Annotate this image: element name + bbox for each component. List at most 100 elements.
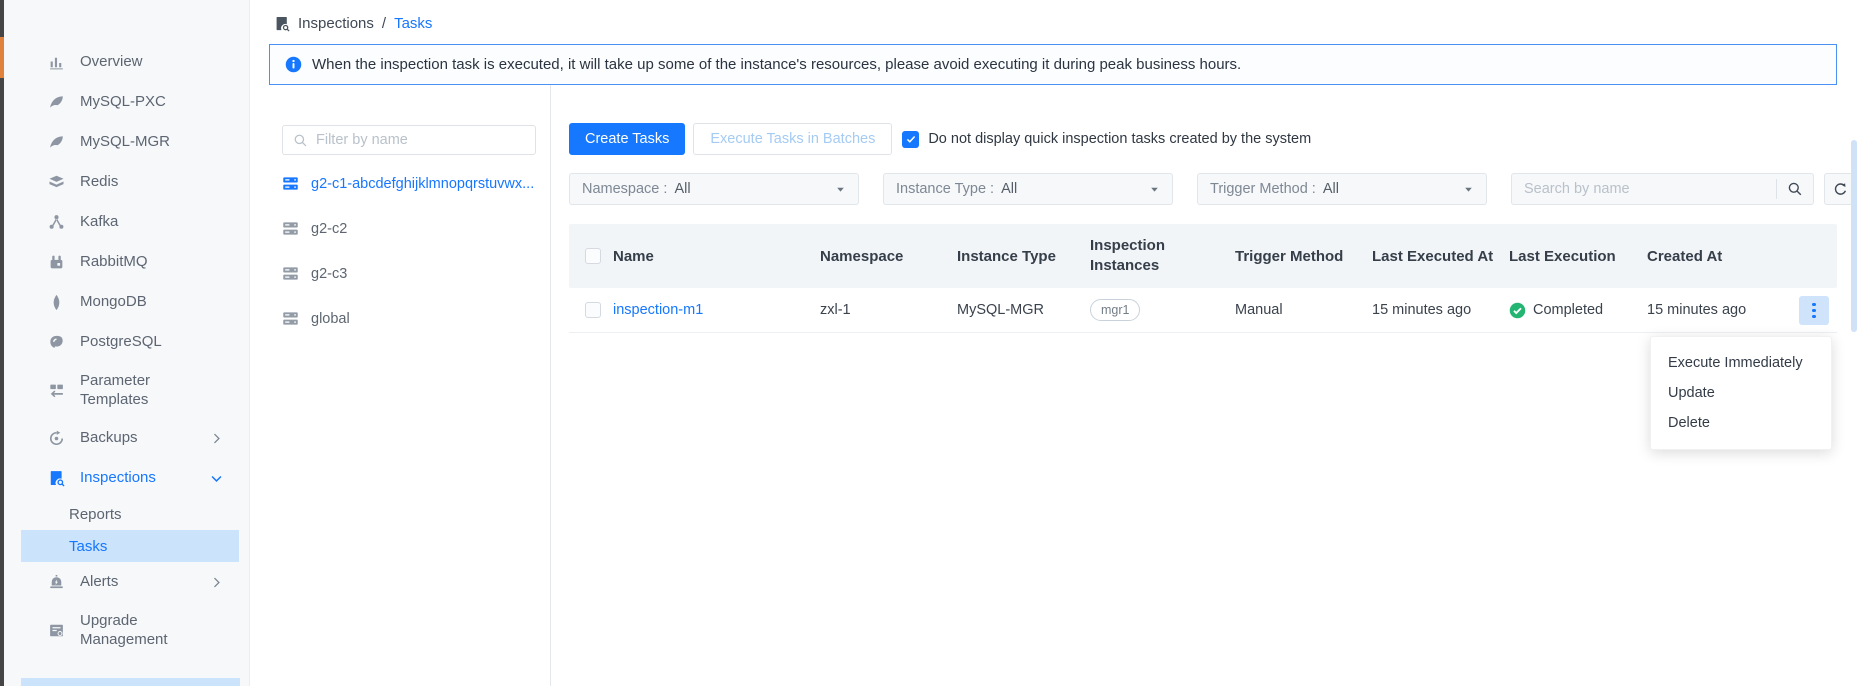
cluster-item-g2-c1[interactable]: g2-c1-abcdefghijklmnopqrstuvwx... xyxy=(282,161,536,206)
select-all-checkbox[interactable] xyxy=(585,248,601,264)
sidebar-item-reports[interactable]: Reports xyxy=(21,498,239,530)
sidebar-item-overview[interactable]: Overview xyxy=(4,42,249,82)
sidebar-item-redis[interactable]: Redis xyxy=(4,162,249,202)
sidebar-item-label: Overview xyxy=(80,52,143,72)
filter-row: Namespace : All Instance Type : All Trig… xyxy=(569,173,1859,205)
sidebar-item-label: Inspections xyxy=(80,468,156,488)
task-name-link[interactable]: inspection-m1 xyxy=(613,302,703,318)
sidebar-item-backups[interactable]: Backups xyxy=(4,418,249,458)
breadcrumb-separator: / xyxy=(382,15,386,32)
header-checkbox-cell xyxy=(569,248,613,264)
sidebar-item-mysql-pxc[interactable]: MySQL-PXC xyxy=(4,82,249,122)
sidebar-item-inspections[interactable]: Inspections xyxy=(4,458,249,498)
cluster-item-g2-c2[interactable]: g2-c2 xyxy=(282,206,536,251)
trigger-method-cell: Manual xyxy=(1235,302,1372,318)
instance-type-select[interactable]: Instance Type : All xyxy=(883,173,1173,205)
checkbox-checked-icon[interactable] xyxy=(902,131,919,148)
trigger-method-select-value: All xyxy=(1323,181,1339,197)
row-checkbox[interactable] xyxy=(585,302,601,318)
namespace-select-value: All xyxy=(674,181,690,197)
sidebar-item-label: Kafka xyxy=(80,212,118,232)
row-actions-menu: Execute Immediately Update Delete xyxy=(1650,336,1832,450)
sidebar-item-mysql-mgr[interactable]: MySQL-MGR xyxy=(4,122,249,162)
sidebar: Overview MySQL-PXC MySQL-MGR Redis Kafka… xyxy=(4,0,250,686)
server-icon xyxy=(282,220,299,237)
namespace-select-label: Namespace : xyxy=(582,181,667,197)
main-area: Inspections / Tasks When the inspection … xyxy=(250,0,1859,686)
instance-type-select-value: All xyxy=(1001,181,1017,197)
menu-item-delete[interactable]: Delete xyxy=(1651,408,1831,438)
chevron-right-icon xyxy=(210,432,223,445)
menu-item-update[interactable]: Update xyxy=(1651,378,1831,408)
caret-down-icon xyxy=(1463,184,1474,195)
last-execution-cell: Completed xyxy=(1509,302,1647,319)
content-row: g2-c1-abcdefghijklmnopqrstuvwx... g2-c2 … xyxy=(250,85,1859,686)
sidebar-item-label: MySQL-PXC xyxy=(80,92,166,112)
status-badge: Completed xyxy=(1509,302,1647,319)
sidebar-item-alerts[interactable]: Alerts xyxy=(4,562,249,602)
server-icon xyxy=(282,175,299,192)
instance-pill: mgr1 xyxy=(1090,299,1140,322)
breadcrumb-current[interactable]: Tasks xyxy=(394,15,432,32)
last-executed-at-cell: 15 minutes ago xyxy=(1372,302,1509,318)
cluster-filter-box xyxy=(282,125,536,155)
toolbar: Create Tasks Execute Tasks in Batches Do… xyxy=(569,123,1859,155)
table-row: inspection-m1 zxl-1 MySQL-MGR mgr1 Manua… xyxy=(569,288,1837,333)
search-input[interactable] xyxy=(1512,181,1776,197)
column-header-namespace: Namespace xyxy=(820,248,957,265)
info-icon xyxy=(285,56,302,73)
sidebar-item-kafka[interactable]: Kafka xyxy=(4,202,249,242)
cluster-item-g2-c3[interactable]: g2-c3 xyxy=(282,251,536,296)
sidebar-item-label: Parameter Templates xyxy=(80,371,176,410)
create-tasks-button[interactable]: Create Tasks xyxy=(569,123,685,155)
sidebar-item-mongodb[interactable]: MongoDB xyxy=(4,282,249,322)
instance-type-cell: MySQL-MGR xyxy=(957,302,1090,318)
hide-quick-tasks-label: Do not display quick inspection tasks cr… xyxy=(928,131,1311,147)
sidebar-item-label: Upgrade Management xyxy=(80,611,184,650)
info-banner-text: When the inspection task is executed, it… xyxy=(312,56,1241,73)
hide-quick-tasks-checkbox-group[interactable]: Do not display quick inspection tasks cr… xyxy=(902,131,1311,148)
row-actions-kebab-button[interactable] xyxy=(1799,296,1829,325)
inspections-icon xyxy=(48,469,66,487)
breadcrumb-section: Inspections xyxy=(298,15,374,32)
sidebar-item-parameter-templates[interactable]: Parameter Templates xyxy=(4,362,249,418)
execute-tasks-in-batches-button[interactable]: Execute Tasks in Batches xyxy=(693,123,892,155)
namespace-select[interactable]: Namespace : All xyxy=(569,173,859,205)
cluster-item-global[interactable]: global xyxy=(282,296,536,341)
column-header-last-executed-at: Last Executed At xyxy=(1372,248,1509,265)
column-header-inspection-instances: Inspection Instances xyxy=(1090,236,1235,277)
mysql-icon xyxy=(48,93,66,111)
instance-type-select-label: Instance Type : xyxy=(896,181,994,197)
menu-item-execute-immediately[interactable]: Execute Immediately xyxy=(1651,348,1831,378)
trigger-method-select-label: Trigger Method : xyxy=(1210,181,1316,197)
status-text: Completed xyxy=(1533,302,1603,318)
sidebar-item-postgresql[interactable]: PostgreSQL xyxy=(4,322,249,362)
caret-down-icon xyxy=(1149,184,1160,195)
trigger-method-select[interactable]: Trigger Method : All xyxy=(1197,173,1487,205)
vertical-scrollbar-thumb[interactable] xyxy=(1851,140,1857,332)
cluster-filter-input[interactable] xyxy=(316,132,525,148)
sidebar-item-label: PostgreSQL xyxy=(80,332,162,352)
column-header-instance-type: Instance Type xyxy=(957,248,1090,265)
mysql-icon xyxy=(48,133,66,151)
table-header-row: Name Namespace Instance Type Inspection … xyxy=(569,224,1837,288)
search-icon[interactable] xyxy=(1777,181,1813,197)
postgresql-icon xyxy=(48,333,66,351)
caret-down-icon xyxy=(835,184,846,195)
sidebar-item-rabbitmq[interactable]: RabbitMQ xyxy=(4,242,249,282)
success-check-icon xyxy=(1509,302,1526,319)
cluster-item-label: g2-c3 xyxy=(311,266,347,282)
sidebar-item-upgrade-management[interactable]: Upgrade Management xyxy=(4,602,249,658)
info-banner: When the inspection task is executed, it… xyxy=(269,44,1837,85)
server-icon xyxy=(282,265,299,282)
task-name-cell: inspection-m1 xyxy=(613,302,820,318)
sidebar-item-tasks[interactable]: Tasks xyxy=(21,530,239,562)
sidebar-item-label: RabbitMQ xyxy=(80,252,148,272)
backups-icon xyxy=(48,429,66,447)
refresh-icon xyxy=(1833,182,1848,197)
sidebar-scroll-sliver xyxy=(21,678,240,686)
sidebar-item-label: MySQL-MGR xyxy=(80,132,170,152)
parameter-templates-icon xyxy=(48,381,66,399)
inspections-icon xyxy=(274,16,290,32)
app-window: Overview MySQL-PXC MySQL-MGR Redis Kafka… xyxy=(0,0,1859,686)
